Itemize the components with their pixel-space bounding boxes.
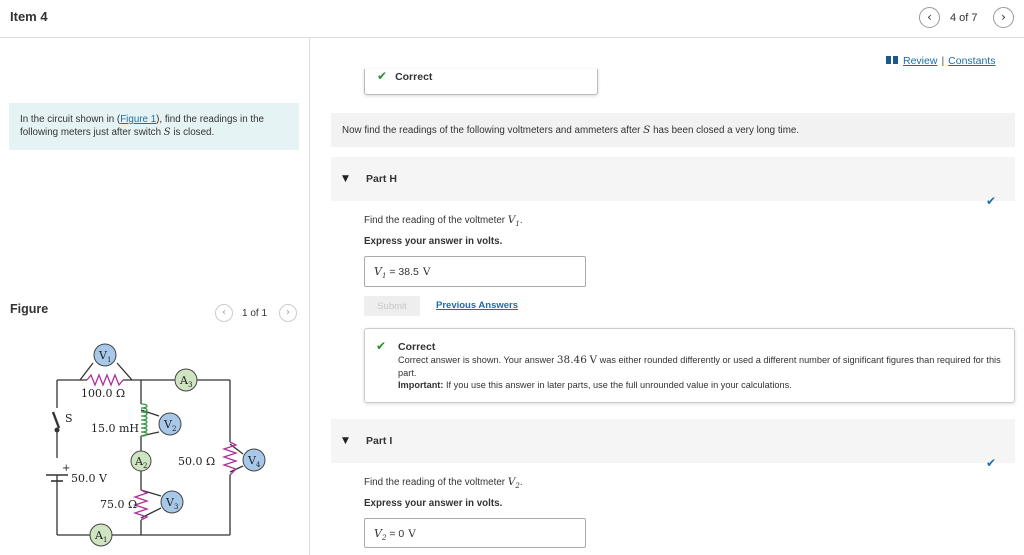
part-h-answer-field[interactable]: V1 = 38.5 V	[364, 256, 586, 287]
feedback-important: Important: If you use this answer in lat…	[398, 380, 792, 390]
part-h-title: Part H	[366, 173, 397, 185]
collapse-caret-icon[interactable]: ▼	[342, 174, 349, 184]
previous-answers-link[interactable]: Previous Answers	[436, 300, 518, 311]
figure-next-button[interactable]: ›	[279, 304, 297, 322]
part-h-header[interactable]	[331, 157, 1015, 201]
part-i-title: Part I	[366, 435, 393, 447]
figure-prev-button[interactable]: ‹	[215, 304, 233, 322]
r1-label: 100.0 Ω	[81, 387, 125, 400]
book-icon	[886, 56, 898, 64]
checkmark-icon: ✔	[376, 339, 387, 353]
item-position: 4 of 7	[950, 12, 978, 24]
header-links: Review | Constants	[886, 55, 995, 67]
constants-link[interactable]: Constants	[948, 55, 995, 67]
part-i-instructions: Express your answer in volts.	[364, 498, 503, 509]
emf-label: 50.0 V	[71, 472, 108, 485]
part-i-answer-field[interactable]: V2 = 0V	[364, 518, 586, 548]
problem-intro: In the circuit shown in (Figure 1), find…	[9, 103, 299, 150]
chevron-right-icon: ›	[1001, 10, 1006, 24]
answer-value: 0	[398, 528, 405, 540]
pane-divider	[309, 38, 310, 555]
checkmark-icon: ✔	[377, 69, 388, 83]
previous-item-button[interactable]: ‹	[919, 7, 940, 28]
switch-label: S	[65, 412, 73, 425]
review-link[interactable]: Review	[903, 55, 937, 67]
circuit-diagram: V1 V2 V3 V4 A3 A2 A1 100.0 Ω 15.0 mH 50.…	[46, 343, 266, 547]
collapse-caret-icon[interactable]: ▼	[342, 436, 349, 446]
battery-plus-label: +	[62, 463, 70, 474]
part-h-instructions: Express your answer in volts.	[364, 236, 503, 247]
feedback-message: Correct answer is shown. Your answer 38.…	[398, 354, 1001, 378]
figure-count: 1 of 1	[242, 308, 268, 319]
part-h-feedback: ✔ Correct Correct answer is shown. Your …	[364, 328, 1015, 403]
figure-link[interactable]: Figure 1	[120, 114, 156, 125]
previous-part-feedback: ✔ Correct	[364, 69, 598, 95]
r2-label: 75.0 Ω	[100, 498, 137, 511]
chevron-left-icon: ‹	[927, 10, 932, 24]
part-i-header[interactable]	[331, 419, 1015, 463]
chevron-right-icon: ›	[286, 307, 290, 318]
chevron-left-icon: ‹	[222, 307, 226, 318]
l1-label: 15.0 mH	[91, 422, 139, 435]
submit-button[interactable]: Submit	[364, 296, 420, 316]
figure-heading: Figure	[10, 302, 49, 316]
part-h-question: Find the reading of the voltmeter V1.	[364, 214, 523, 229]
part-i-question: Find the reading of the voltmeter V2.	[364, 476, 523, 491]
top-bar: Item 4 ‹ 4 of 7 ›	[0, 0, 1024, 38]
part-complete-check-icon: ✔	[986, 456, 997, 470]
instruction-text: Now find the readings of the following v…	[331, 113, 1015, 147]
next-item-button[interactable]: ›	[993, 7, 1014, 28]
item-title: Item 4	[10, 9, 48, 24]
part-complete-check-icon: ✔	[986, 194, 997, 208]
answer-value: 38.5	[398, 266, 419, 278]
r3-label: 50.0 Ω	[178, 455, 215, 468]
